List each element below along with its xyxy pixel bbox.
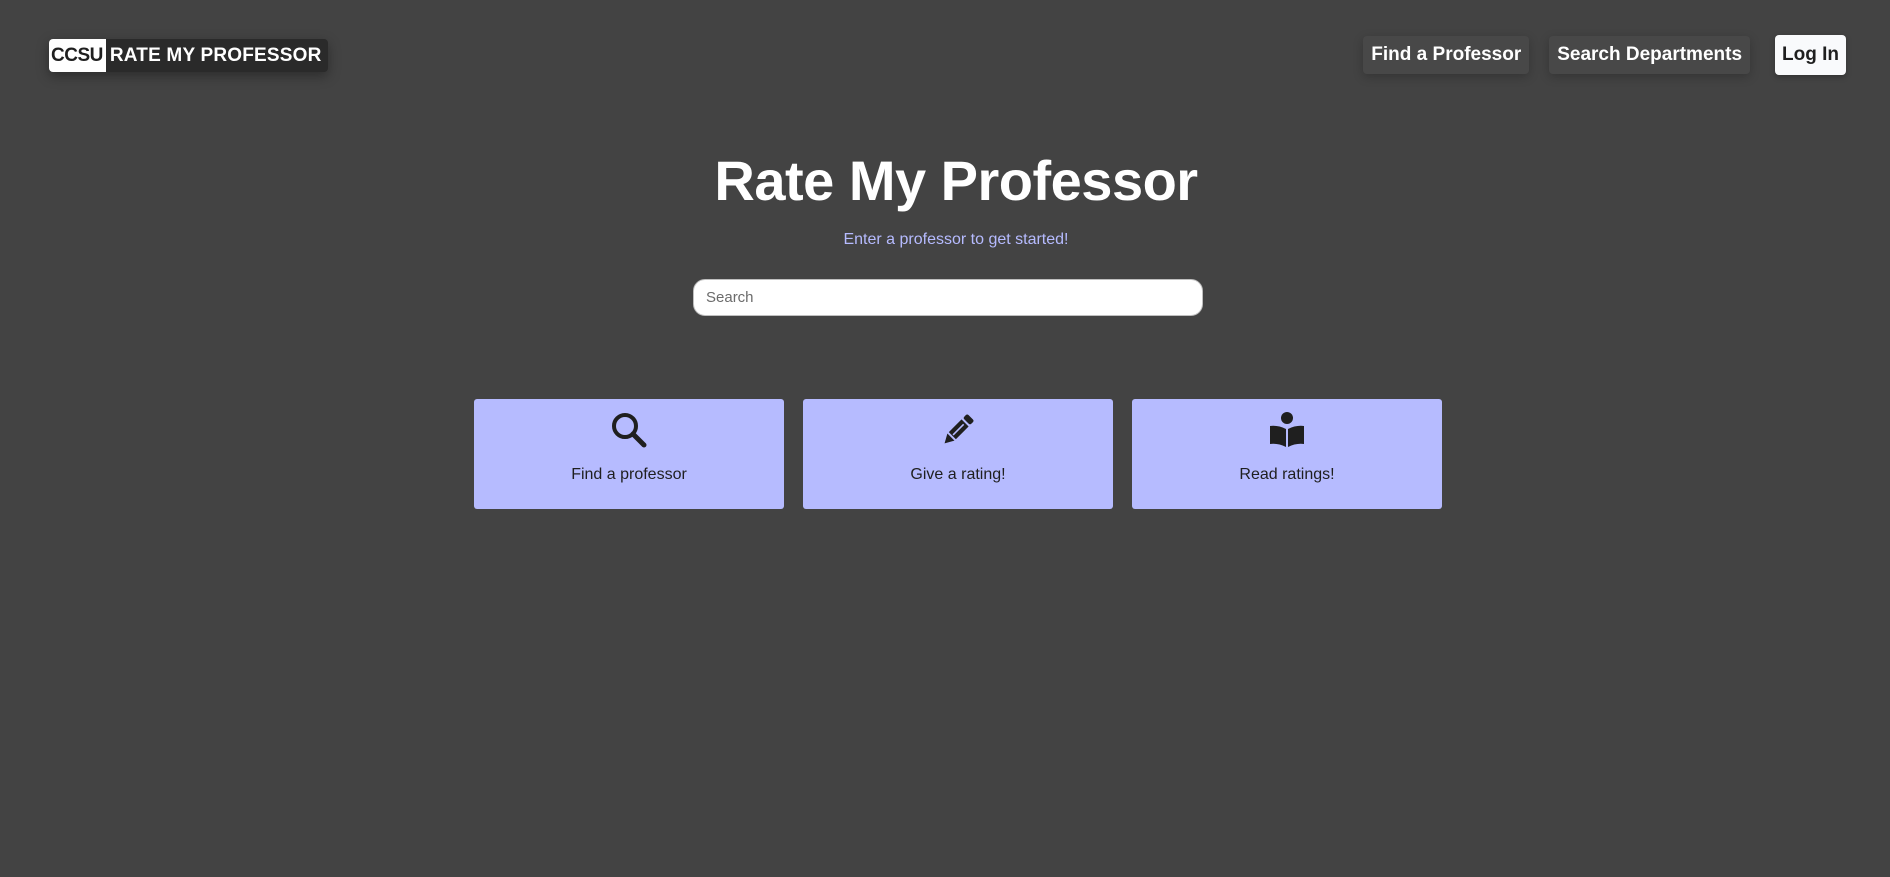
search-input[interactable]	[693, 279, 1203, 316]
search-icon	[609, 410, 649, 450]
nav-find-professor-link[interactable]: Find a Professor	[1363, 36, 1529, 74]
logo-text: RATE MY PROFESSOR	[109, 44, 322, 66]
logo-mark: CCSU	[49, 39, 106, 72]
book-reader-icon	[1267, 410, 1307, 450]
page-title: Rate My Professor	[714, 149, 1198, 212]
feature-cards: Find a professor Give a rating! Read rat…	[474, 399, 1442, 509]
site-logo[interactable]: CCSU RATE MY PROFESSOR	[49, 39, 328, 72]
login-button[interactable]: Log In	[1775, 35, 1846, 75]
main-nav: Find a Professor Search Departments Log …	[1343, 35, 1846, 75]
nav-search-departments-link[interactable]: Search Departments	[1549, 36, 1750, 74]
page-subtitle: Enter a professor to get started!	[843, 231, 1069, 248]
card-label: Find a professor	[571, 466, 687, 483]
read-ratings-card[interactable]: Read ratings!	[1132, 399, 1442, 509]
card-label: Give a rating!	[910, 466, 1006, 483]
pencil-icon	[938, 410, 978, 450]
give-rating-card[interactable]: Give a rating!	[803, 399, 1113, 509]
find-professor-card[interactable]: Find a professor	[474, 399, 784, 509]
card-label: Read ratings!	[1239, 466, 1335, 483]
